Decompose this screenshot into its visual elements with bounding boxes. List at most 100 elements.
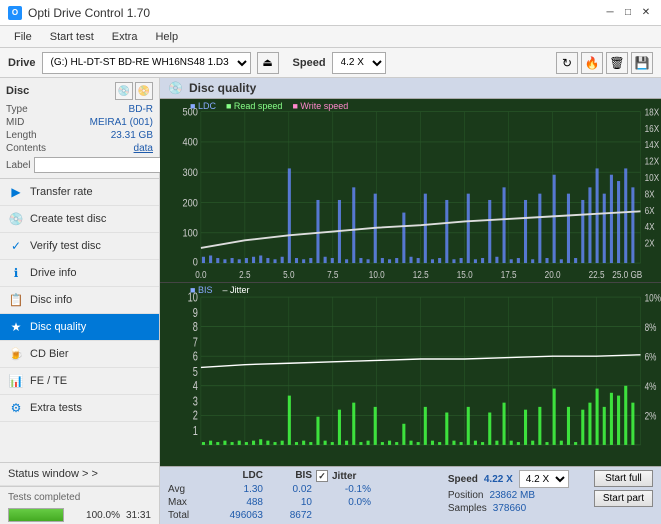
nav-create-test-disc[interactable]: 💿 Create test disc: [0, 206, 159, 233]
disc-quality-icon: ★: [8, 319, 24, 335]
chart-header: 💿 Disc quality: [160, 78, 661, 99]
svg-text:5: 5: [193, 366, 198, 380]
total-ldc: 496063: [208, 510, 263, 521]
disc-section: Disc 💿 📀 Type BD-R MID MEIRA1 (001) Leng…: [0, 78, 159, 179]
nav-disc-info[interactable]: 📋 Disc info: [0, 287, 159, 314]
svg-text:7.5: 7.5: [327, 269, 338, 280]
speed-select[interactable]: 4.2 X: [332, 52, 386, 74]
progress-percent: 100.0%: [70, 510, 120, 521]
eject-button[interactable]: ⏏: [257, 52, 279, 74]
svg-text:12.5: 12.5: [413, 269, 429, 280]
disc-type-value: BD-R: [129, 104, 153, 115]
disc-type-label: Type: [6, 104, 28, 115]
svg-text:25.0 GB: 25.0 GB: [612, 269, 642, 280]
menu-file[interactable]: File: [6, 29, 40, 45]
nav-transfer-rate[interactable]: ▶ Transfer rate: [0, 179, 159, 206]
disc-contents-label: Contents: [6, 143, 46, 154]
speed-value: 4.22 X: [484, 474, 513, 485]
speed-select-dropdown[interactable]: 4.2 X: [519, 470, 569, 488]
jitter-col-header: Jitter: [332, 471, 356, 482]
drivebar: Drive (G:) HL-DT-ST BD-RE WH16NS48 1.D3 …: [0, 48, 661, 78]
svg-text:9: 9: [193, 306, 198, 320]
app-icon: O: [8, 6, 22, 20]
nav-section: ▶ Transfer rate 💿 Create test disc ✓ Ver…: [0, 179, 159, 462]
status-window-link[interactable]: Status window > >: [0, 462, 159, 486]
erase-button[interactable]: 🗑: [606, 52, 628, 74]
disc-title: Disc: [6, 85, 29, 97]
save-button[interactable]: 💾: [631, 52, 653, 74]
bottom-chart-svg: 10 9 8 7 6 5 4 3 2 1 10% 8%: [160, 283, 661, 466]
total-row: Total 496063 8672: [168, 510, 432, 521]
bis-legend: ■ BIS: [190, 285, 212, 295]
nav-fe-te[interactable]: 📊 FE / TE: [0, 368, 159, 395]
nav-drive-info-label: Drive info: [30, 267, 76, 279]
menu-help[interactable]: Help: [147, 29, 186, 45]
disc-contents-value[interactable]: data: [134, 143, 153, 154]
speed-row: Speed 4.22 X 4.2 X: [448, 470, 578, 488]
disc-length-label: Length: [6, 130, 37, 141]
disc-icon-btn[interactable]: 💿: [115, 82, 133, 100]
disc-label-input[interactable]: [34, 157, 172, 173]
svg-text:10%: 10%: [645, 292, 661, 305]
svg-text:3: 3: [193, 395, 198, 409]
max-label: Max: [168, 497, 204, 508]
status-window-label: Status window > >: [8, 468, 98, 480]
menu-extra[interactable]: Extra: [104, 29, 146, 45]
menu-start-test[interactable]: Start test: [42, 29, 102, 45]
verify-test-disc-icon: ✓: [8, 238, 24, 254]
create-test-disc-icon: 💿: [8, 211, 24, 227]
svg-text:20.0: 20.0: [545, 269, 561, 280]
nav-cd-bier-label: CD Bier: [30, 348, 69, 360]
svg-text:7: 7: [193, 336, 198, 350]
start-buttons: Start full Start part: [594, 470, 653, 507]
stats-header: LDC BIS ✓ Jitter: [168, 470, 432, 482]
nav-disc-info-label: Disc info: [30, 294, 72, 306]
svg-text:14X: 14X: [645, 139, 660, 150]
top-chart-svg: 500 400 300 200 100 0 18X 16X 14X 12X 10…: [160, 99, 661, 282]
top-legend: ■ LDC ■ Read speed ■ Write speed: [190, 101, 348, 111]
svg-text:2%: 2%: [645, 410, 657, 423]
top-chart: ■ LDC ■ Read speed ■ Write speed: [160, 99, 661, 283]
nav-cd-bier[interactable]: 🍺 CD Bier: [0, 341, 159, 368]
start-part-button[interactable]: Start part: [594, 490, 653, 507]
nav-drive-info[interactable]: ℹ Drive info: [0, 260, 159, 287]
svg-text:4X: 4X: [645, 221, 655, 232]
total-label: Total: [168, 510, 204, 521]
drive-label: Drive: [8, 57, 36, 69]
nav-verify-test-disc[interactable]: ✓ Verify test disc: [0, 233, 159, 260]
refresh-button[interactable]: ↻: [556, 52, 578, 74]
nav-extra-tests-label: Extra tests: [30, 402, 82, 414]
svg-text:12X: 12X: [645, 156, 660, 167]
disc-mid-row: MID MEIRA1 (001): [6, 117, 153, 128]
svg-text:100: 100: [182, 228, 198, 240]
svg-text:8%: 8%: [645, 322, 657, 335]
start-full-button[interactable]: Start full: [594, 470, 653, 487]
fe-te-icon: 📊: [8, 373, 24, 389]
maximize-button[interactable]: □: [621, 6, 635, 20]
close-button[interactable]: ✕: [639, 6, 653, 20]
avg-jitter: -0.1%: [316, 484, 371, 495]
svg-text:8X: 8X: [645, 189, 655, 200]
disc-mid-label: MID: [6, 117, 24, 128]
samples-row: Samples 378660: [448, 503, 578, 514]
bottom-chart: ■ BIS – Jitter: [160, 283, 661, 466]
menubar: File Start test Extra Help: [0, 26, 661, 48]
nav-create-test-disc-label: Create test disc: [30, 213, 106, 225]
samples-value: 378660: [493, 503, 526, 514]
nav-fe-te-label: FE / TE: [30, 375, 67, 387]
nav-disc-quality[interactable]: ★ Disc quality: [0, 314, 159, 341]
cd-bier-icon: 🍺: [8, 346, 24, 362]
minimize-button[interactable]: ─: [603, 6, 617, 20]
burn-button[interactable]: 🔥: [581, 52, 603, 74]
jitter-checkbox[interactable]: ✓: [316, 470, 328, 482]
drive-select[interactable]: (G:) HL-DT-ST BD-RE WH16NS48 1.D3: [42, 52, 251, 74]
right-panel: 💿 Disc quality ■ LDC ■ Read speed ■ Writ…: [160, 78, 661, 524]
nav-extra-tests[interactable]: ⚙ Extra tests: [0, 395, 159, 422]
progress-bar-section: Tests completed: [0, 486, 159, 508]
charts-container: ■ LDC ■ Read speed ■ Write speed: [160, 99, 661, 466]
svg-text:4%: 4%: [645, 381, 657, 394]
disc-small-btn[interactable]: 📀: [135, 82, 153, 100]
svg-text:22.5: 22.5: [589, 269, 605, 280]
svg-text:2: 2: [193, 409, 198, 423]
max-ldc: 488: [208, 497, 263, 508]
